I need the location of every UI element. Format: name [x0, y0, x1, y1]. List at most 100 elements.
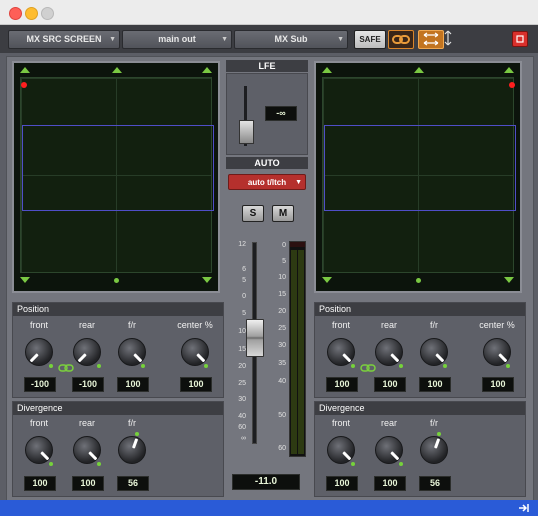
linked-panners-button[interactable] — [418, 30, 444, 49]
divergence-fr-knob[interactable] — [118, 436, 146, 464]
divergence-rear-knob[interactable] — [375, 436, 403, 464]
fader-scale-label: 5 — [242, 277, 246, 284]
safe-button-label: SAFE — [359, 35, 381, 44]
plugin-toolbar: MX SRC SCREEN ▼ main out ▼ MX Sub ▼ SAFE — [0, 25, 538, 53]
knob-indicator — [443, 364, 447, 368]
fr-value[interactable]: 100 — [419, 377, 451, 392]
speaker-left-front-icon — [322, 67, 332, 73]
knob-indicator — [399, 462, 403, 466]
knob-label: center % — [479, 320, 515, 330]
rear-knob[interactable] — [73, 338, 101, 366]
fr-knob[interactable] — [420, 338, 448, 366]
center-percent-value[interactable]: 100 — [482, 377, 514, 392]
status-bar — [0, 500, 538, 516]
panner-field-rect — [22, 125, 214, 211]
knob-label: front — [29, 418, 48, 428]
divergence-fr-value[interactable]: 56 — [419, 476, 451, 491]
front-knob[interactable] — [25, 338, 53, 366]
lfe-fader-handle[interactable] — [239, 120, 254, 144]
main-fader-handle[interactable] — [246, 319, 264, 357]
divergence-front-value[interactable]: 100 — [24, 476, 56, 491]
divergence-rear-knob[interactable] — [73, 436, 101, 464]
section-header: Position — [13, 303, 223, 316]
left-divergence-section: Divergence front rear f/r 100 100 56 — [12, 401, 224, 497]
speaker-right-front-icon — [202, 67, 212, 73]
left-position-section: Position front rear f/r center % -100 -1… — [12, 302, 224, 398]
knob-indicator — [49, 462, 53, 466]
fr-knob[interactable] — [118, 338, 146, 366]
vertical-link-button[interactable] — [442, 30, 454, 47]
divergence-front-value[interactable]: 100 — [326, 476, 358, 491]
panner-window: MX SRC SCREEN ▼ main out ▼ MX Sub ▼ SAFE — [0, 0, 538, 516]
fader-scale-label: 12 — [238, 241, 246, 248]
front-value[interactable]: -100 — [24, 377, 56, 392]
divergence-front-knob[interactable] — [25, 436, 53, 464]
solo-button[interactable]: S — [242, 205, 264, 222]
knob-label: front — [29, 320, 48, 330]
divergence-fr-knob[interactable] — [420, 436, 448, 464]
chevron-down-icon: ▼ — [295, 179, 302, 186]
safe-button[interactable]: SAFE — [354, 30, 386, 49]
close-plugin-button[interactable] — [512, 31, 528, 47]
rear-knob[interactable] — [375, 338, 403, 366]
lfe-path-selector[interactable]: MX Sub ▼ — [234, 30, 348, 49]
speaker-center-icon — [414, 67, 424, 73]
minimize-window-button[interactable] — [25, 7, 38, 20]
fader-scale-label: 25 — [238, 380, 246, 387]
knob-indicator — [437, 432, 441, 436]
center-percent-knob[interactable] — [483, 338, 511, 366]
right-position-section: Position front rear f/r center % 100 100… — [314, 302, 526, 398]
front-value[interactable]: 100 — [326, 377, 358, 392]
left-panner-grid[interactable] — [12, 61, 220, 293]
front-knob[interactable] — [327, 338, 355, 366]
divergence-front-knob[interactable] — [327, 436, 355, 464]
rear-value[interactable]: 100 — [374, 377, 406, 392]
fader-scale-label: 5 — [242, 310, 246, 317]
output-selector-label: MX SRC SCREEN — [26, 34, 102, 44]
output-selector[interactable]: MX SRC SCREEN ▼ — [8, 30, 120, 49]
knob-indicator — [351, 364, 355, 368]
right-panner-grid[interactable] — [314, 61, 522, 293]
link-icon[interactable] — [58, 364, 74, 372]
knob-indicator — [351, 462, 355, 466]
meter-scale-label: 10 — [278, 274, 286, 281]
fader-scale-label: 6 — [242, 266, 246, 273]
knob-indicator — [49, 364, 53, 368]
meter-channel — [298, 250, 304, 454]
meter-scale-label: 40 — [278, 378, 286, 385]
close-window-button[interactable] — [9, 7, 22, 20]
divergence-fr-value[interactable]: 56 — [117, 476, 149, 491]
link-icon[interactable] — [360, 364, 376, 372]
fader-scale-label: 0 — [242, 293, 246, 300]
knob-indicator — [97, 462, 101, 466]
knob-label: f/r — [430, 320, 438, 330]
automation-mode-selector[interactable]: auto t/ltch ▼ — [228, 174, 306, 190]
panner-position-dot[interactable] — [21, 82, 27, 88]
knob-label: rear — [380, 418, 397, 428]
lfe-value[interactable]: -∞ — [265, 106, 297, 121]
linked-panners-icon — [423, 32, 439, 46]
mute-button[interactable]: M — [272, 205, 294, 222]
zoom-window-button[interactable] — [41, 7, 54, 20]
meter-scale-label: 20 — [278, 308, 286, 315]
section-header: Divergence — [315, 402, 525, 415]
knob-indicator — [97, 364, 101, 368]
knob-label: front — [331, 320, 350, 330]
chevron-down-icon: ▼ — [221, 36, 228, 43]
rear-value[interactable]: -100 — [72, 377, 104, 392]
expand-arrow-icon[interactable] — [518, 503, 530, 513]
panner-position-dot[interactable] — [509, 82, 515, 88]
center-percent-value[interactable]: 100 — [180, 377, 212, 392]
center-strip: LFE -∞ AUTO auto t/ltch ▼ S M 12 6 5 0 5… — [222, 58, 308, 492]
fader-value[interactable]: -11.0 — [232, 474, 300, 490]
path-selector[interactable]: main out ▼ — [122, 30, 232, 49]
meter-scale-label: 30 — [278, 342, 286, 349]
link-button[interactable] — [388, 30, 414, 49]
link-icon — [392, 35, 410, 44]
fr-value[interactable]: 100 — [117, 377, 149, 392]
center-percent-knob[interactable] — [181, 338, 209, 366]
divergence-rear-value[interactable]: 100 — [374, 476, 406, 491]
fader-scale-label: 15 — [238, 346, 246, 353]
knob-label: rear — [380, 320, 397, 330]
divergence-rear-value[interactable]: 100 — [72, 476, 104, 491]
